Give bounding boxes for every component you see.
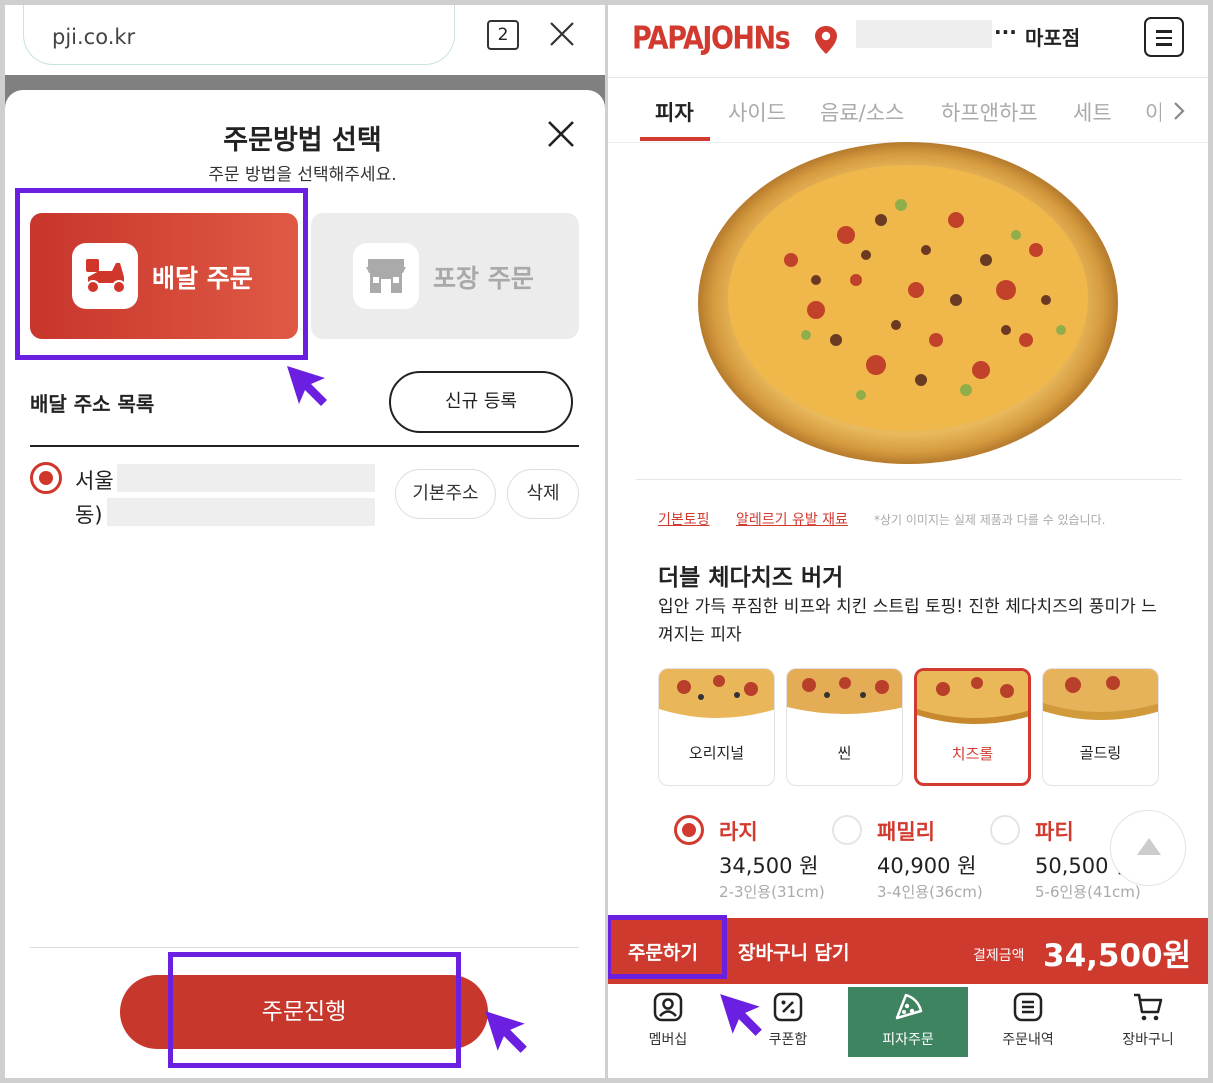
- size-name-family: 패밀리: [877, 820, 935, 844]
- address-line-1: 서울: [75, 469, 114, 493]
- divider: [30, 445, 579, 447]
- sheet-subtitle: 주문 방법을 선택해주세요.: [208, 165, 397, 185]
- divider: [636, 479, 1182, 480]
- dough-thin-image: [787, 669, 902, 714]
- location-pin-icon[interactable]: [814, 25, 838, 55]
- dough-cheese-roll-image: [917, 671, 1028, 724]
- dough-option-gold-ring[interactable]: 골드링: [1042, 668, 1159, 786]
- pizza-image: [698, 142, 1118, 464]
- highlight-box: [608, 915, 727, 979]
- tab-drinks-sauce[interactable]: 음료/소스: [820, 97, 904, 127]
- address-list-title: 배달 주소 목록: [30, 392, 155, 416]
- size-name-party: 파티: [1035, 820, 1074, 844]
- dough-option-cheese-roll[interactable]: 치즈롤: [914, 668, 1031, 786]
- hamburger-menu-icon[interactable]: [1144, 17, 1184, 57]
- order-history-icon: [1013, 992, 1043, 1022]
- nav-pizza-order[interactable]: 피자주문: [848, 987, 968, 1057]
- image-disclaimer: *상기 이미지는 실제 제품과 다를 수 있습니다.: [874, 513, 1106, 527]
- cart-icon: [1134, 993, 1163, 1021]
- nav-label: 피자주문: [882, 1032, 934, 1048]
- nav-order-history[interactable]: 주문내역: [968, 987, 1088, 1057]
- delete-address-button[interactable]: 삭제: [507, 469, 579, 519]
- address-radio[interactable]: [30, 462, 62, 494]
- divider: [608, 77, 1208, 78]
- size-name-large: 라지: [719, 820, 758, 844]
- add-to-cart-button[interactable]: 장바구니 담기: [738, 938, 850, 965]
- size-note-party: 5-6인용(41cm): [1035, 883, 1141, 901]
- product-name: 더블 체다치즈 버거: [658, 565, 844, 591]
- size-radio-party[interactable]: [990, 815, 1020, 845]
- pointer-cursor-icon: [287, 366, 327, 406]
- scroll-to-top-button[interactable]: [1110, 810, 1186, 886]
- browser-url-bar: pji.co.kr 2: [5, 5, 605, 75]
- address-line-2: 동): [75, 503, 103, 527]
- pizza-slice-icon: [895, 993, 923, 1020]
- highlight-box: [15, 188, 308, 360]
- nav-label: 멤버십: [648, 1032, 688, 1048]
- nav-label: 장바구니: [1122, 1032, 1174, 1048]
- nav-cart[interactable]: 장바구니: [1088, 987, 1208, 1057]
- dough-label: 치즈롤: [951, 745, 994, 763]
- sheet-title: 주문방법 선택: [223, 125, 382, 156]
- dough-label: 씬: [837, 744, 852, 762]
- size-note-large: 2-3인용(31cm): [719, 883, 825, 901]
- close-icon[interactable]: [545, 118, 577, 150]
- right-screenshot: PAPAJOHNs ··· 마포점 피자 사이드 음료/소스 하프앤하프 세트 …: [608, 5, 1208, 1078]
- tab-half-and-half[interactable]: 하프앤하프: [941, 97, 1038, 127]
- size-note-family: 3-4인용(36cm): [877, 883, 983, 901]
- ellipsis: ···: [994, 20, 1017, 44]
- nav-membership[interactable]: 멤버십: [608, 987, 728, 1057]
- default-address-button[interactable]: 기본주소: [395, 469, 496, 519]
- pointer-cursor-icon: [485, 1011, 527, 1053]
- nav-label: 쿠폰함: [768, 1032, 808, 1048]
- nav-coupons[interactable]: 쿠폰함: [728, 987, 848, 1057]
- dough-option-original[interactable]: 오리지널: [658, 668, 775, 786]
- tab-count-button[interactable]: 2: [487, 20, 519, 50]
- dough-option-thin[interactable]: 씬: [786, 668, 903, 786]
- product-description: 입안 가득 푸짐한 비프와 치킨 스트립 토핑! 진한 체다치즈의 풍미가 느껴…: [658, 597, 1157, 645]
- takeout-order-button[interactable]: 포장 주문: [311, 213, 579, 339]
- dough-original-image: [659, 669, 774, 718]
- divider: [30, 947, 579, 948]
- url-field[interactable]: pji.co.kr: [23, 5, 455, 65]
- highlight-box: [168, 952, 461, 1068]
- takeout-order-label: 포장 주문: [433, 264, 534, 293]
- payment-label: 결제금액: [973, 948, 1025, 964]
- close-icon[interactable]: [545, 17, 579, 51]
- store-name[interactable]: 마포점: [1025, 22, 1080, 51]
- tab-pizza[interactable]: 피자: [655, 97, 694, 127]
- dough-label: 골드링: [1079, 744, 1122, 762]
- left-screenshot: pji.co.kr 2 주문방법 선택 주문 방법을 선택해주세요. 배달 주문: [5, 5, 605, 1078]
- new-address-button[interactable]: 신규 등록: [389, 371, 573, 433]
- order-method-sheet: 주문방법 선택 주문 방법을 선택해주세요. 배달 주문 포장 주문 배달 주소…: [5, 90, 605, 1078]
- coupon-icon: [773, 992, 803, 1022]
- redacted-text: [117, 464, 375, 492]
- arrow-up-icon: [1137, 838, 1161, 855]
- tab-set[interactable]: 세트: [1073, 97, 1112, 127]
- redacted-text: [107, 498, 375, 526]
- tab-side[interactable]: 사이드: [728, 97, 786, 127]
- dough-label: 오리지널: [688, 744, 745, 762]
- nav-label: 주문내역: [1002, 1032, 1054, 1048]
- membership-icon: [653, 992, 683, 1022]
- dough-gold-ring-image: [1043, 669, 1158, 720]
- size-radio-large[interactable]: [674, 815, 704, 845]
- size-radio-family[interactable]: [832, 815, 862, 845]
- papajohns-logo[interactable]: PAPAJOHNs: [632, 21, 791, 57]
- redacted-text: [856, 20, 992, 48]
- size-price-family: 40,900 원: [877, 854, 977, 878]
- tab-event[interactable]: 이: [1145, 97, 1161, 127]
- store-icon: [353, 243, 419, 309]
- allergy-info-link[interactable]: 알레르기 유발 재료: [736, 509, 848, 529]
- size-price-large: 34,500 원: [719, 854, 819, 878]
- chevron-right-icon[interactable]: [1172, 100, 1186, 122]
- basic-topping-link[interactable]: 기본토핑: [658, 509, 710, 529]
- payment-amount: 34,500원: [1043, 938, 1192, 974]
